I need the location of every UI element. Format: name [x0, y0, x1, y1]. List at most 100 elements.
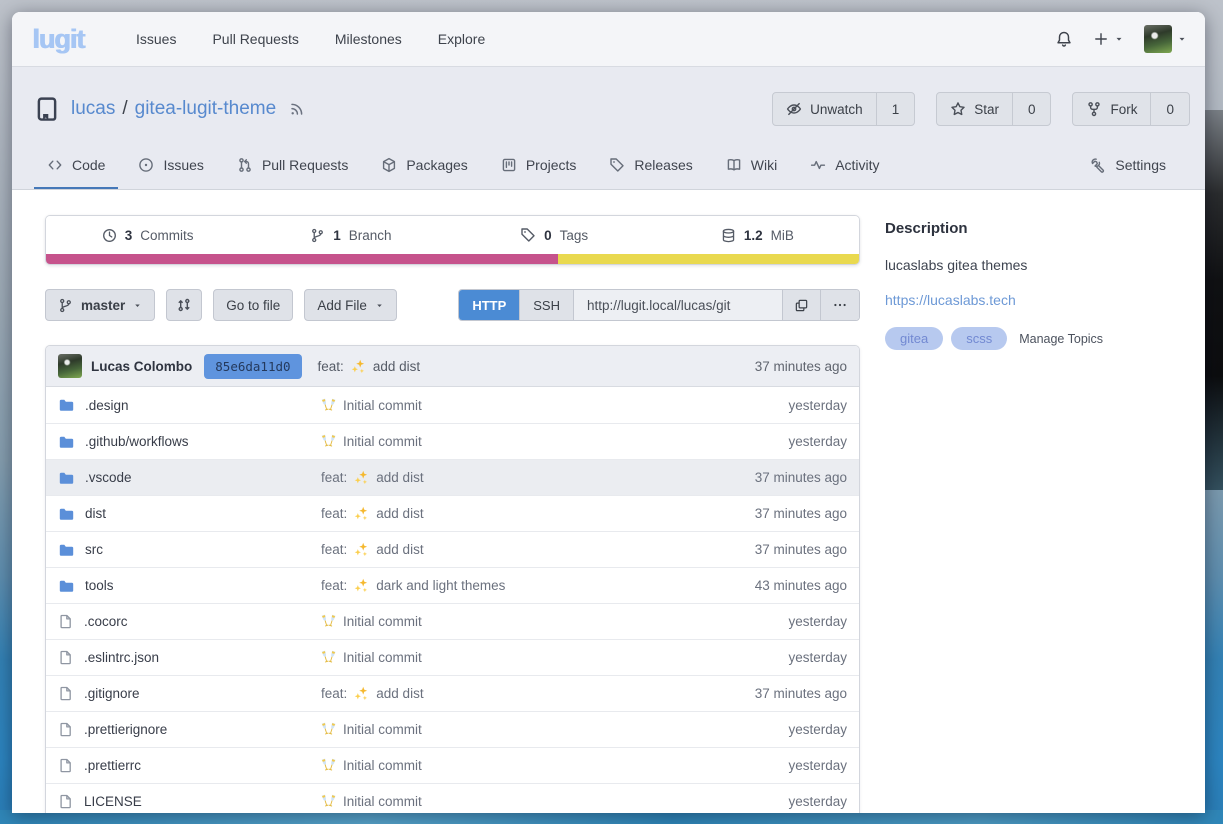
- clone-ssh-button[interactable]: SSH: [519, 290, 573, 320]
- notifications-button[interactable]: [1055, 30, 1073, 48]
- create-new-button[interactable]: [1093, 31, 1124, 47]
- unwatch-count[interactable]: 1: [876, 93, 915, 125]
- fork-count[interactable]: 0: [1150, 93, 1189, 125]
- go-to-file-button[interactable]: Go to file: [213, 289, 293, 321]
- commit-message-link[interactable]: add dist: [376, 542, 423, 557]
- file-name-link[interactable]: .cocorc: [84, 614, 128, 629]
- file-row[interactable]: .prettierignore Initial commit yesterday: [46, 711, 859, 747]
- manage-topics-link[interactable]: Manage Topics: [1019, 332, 1103, 346]
- clone-http-button[interactable]: HTTP: [459, 290, 519, 320]
- tab-packages[interactable]: Packages: [368, 142, 480, 189]
- tab-activity[interactable]: Activity: [797, 142, 892, 189]
- topic-pill-gitea[interactable]: gitea: [885, 327, 943, 350]
- glasses-emoji: [321, 614, 336, 629]
- file-row[interactable]: distfeat:add dist37 minutes ago: [46, 495, 859, 531]
- star-label: Star: [974, 102, 999, 117]
- code-icon: [47, 157, 63, 173]
- file-row[interactable]: srcfeat:add dist37 minutes ago: [46, 531, 859, 567]
- file-name-link[interactable]: dist: [85, 506, 106, 521]
- tab-releases[interactable]: Releases: [596, 142, 705, 189]
- file-name-link[interactable]: .gitignore: [84, 686, 140, 701]
- file-name-link[interactable]: .design: [85, 398, 129, 413]
- topic-pill-scss[interactable]: scss: [951, 327, 1007, 350]
- tab-pull-requests[interactable]: Pull Requests: [224, 142, 361, 189]
- file-name-link[interactable]: .eslintrc.json: [84, 650, 159, 665]
- repo-name-link[interactable]: gitea-lugit-theme: [135, 98, 277, 120]
- tag-icon: [609, 157, 625, 173]
- commit-message-link[interactable]: Initial commit: [343, 794, 422, 809]
- commit-message-link[interactable]: dark and light themes: [376, 578, 505, 593]
- commit-message-link[interactable]: add dist: [376, 506, 423, 521]
- unwatch-button-group: Unwatch1: [772, 92, 915, 126]
- commit-message-prefix: feat:: [321, 686, 347, 701]
- file-row[interactable]: toolsfeat:dark and light themes43 minute…: [46, 567, 859, 603]
- glasses-emoji: [321, 434, 336, 449]
- file-name-link[interactable]: .prettierrc: [84, 758, 141, 773]
- commit-message-link[interactable]: feat: add dist: [318, 359, 421, 374]
- language-bar[interactable]: [46, 254, 859, 264]
- commit-author-name[interactable]: Lucas Colombo: [91, 359, 192, 374]
- fork-button[interactable]: Fork: [1073, 93, 1150, 125]
- nav-item-milestones[interactable]: Milestones: [317, 31, 420, 47]
- nav-item-pull-requests[interactable]: Pull Requests: [194, 31, 316, 47]
- file-name-link[interactable]: .github/workflows: [85, 434, 189, 449]
- star-button[interactable]: Star: [937, 93, 1012, 125]
- caret-down-icon: [133, 301, 142, 310]
- tab-projects[interactable]: Projects: [488, 142, 590, 189]
- tab-issues[interactable]: Issues: [125, 142, 216, 189]
- file-row[interactable]: .vscodefeat:add dist37 minutes ago: [46, 459, 859, 495]
- copy-url-button[interactable]: [782, 290, 820, 320]
- branch-selector[interactable]: master: [45, 289, 155, 321]
- commit-message-link[interactable]: Initial commit: [343, 398, 422, 413]
- lugit-logo[interactable]: lugit: [32, 24, 84, 55]
- commit-message-text: add dist: [373, 359, 420, 374]
- commit-message-link[interactable]: add dist: [376, 686, 423, 701]
- file-row[interactable]: .prettierrcInitial commityesterday: [46, 747, 859, 783]
- file-commit-date: yesterday: [707, 722, 847, 737]
- file-row[interactable]: .designInitial commityesterday: [46, 387, 859, 423]
- stat-commits[interactable]: 3Commits: [46, 228, 249, 243]
- stat-branch[interactable]: 1Branch: [249, 228, 452, 243]
- tab-wiki[interactable]: Wiki: [713, 142, 790, 189]
- commit-message-link[interactable]: Initial commit: [343, 722, 422, 737]
- rss-icon[interactable]: [289, 101, 305, 117]
- star-count[interactable]: 0: [1012, 93, 1051, 125]
- file-row[interactable]: .eslintrc.jsonInitial commityesterday: [46, 639, 859, 675]
- star-icon: [950, 101, 966, 117]
- commit-message-link[interactable]: add dist: [376, 470, 423, 485]
- commit-message-link[interactable]: Initial commit: [343, 434, 422, 449]
- file-row[interactable]: LICENSEInitial commityesterday: [46, 783, 859, 813]
- file-name-link[interactable]: .prettierignore: [84, 722, 167, 737]
- clone-more-button[interactable]: [820, 290, 859, 320]
- nav-item-issues[interactable]: Issues: [118, 31, 194, 47]
- website-link[interactable]: https://lucaslabs.tech: [885, 292, 1016, 308]
- unwatch-button[interactable]: Unwatch: [773, 93, 876, 125]
- sparkles-emoji: [354, 506, 369, 521]
- file-row[interactable]: .github/workflowsInitial commityesterday: [46, 423, 859, 459]
- file-name-link[interactable]: tools: [85, 578, 114, 593]
- add-file-label: Add File: [317, 298, 367, 313]
- file-name-link[interactable]: LICENSE: [84, 794, 142, 809]
- compare-button[interactable]: [166, 289, 202, 321]
- file-row[interactable]: .cocorcInitial commityesterday: [46, 603, 859, 639]
- stat-mib[interactable]: 1.2MiB: [656, 228, 859, 243]
- add-file-button[interactable]: Add File: [304, 289, 397, 321]
- commit-hash-badge[interactable]: 85e6da11d0: [204, 354, 301, 379]
- file-name-link[interactable]: .vscode: [85, 470, 132, 485]
- tab-settings[interactable]: Settings: [1077, 142, 1179, 189]
- tag-icon: [520, 227, 536, 243]
- repo-owner-link[interactable]: lucas: [71, 98, 115, 120]
- commit-message-link[interactable]: Initial commit: [343, 650, 422, 665]
- commit-message-link[interactable]: Initial commit: [343, 614, 422, 629]
- commit-author-avatar[interactable]: [58, 354, 82, 378]
- file-icon: [58, 758, 73, 773]
- file-row[interactable]: .gitignorefeat:add dist37 minutes ago: [46, 675, 859, 711]
- branch-name: master: [81, 298, 125, 313]
- nav-item-explore[interactable]: Explore: [420, 31, 503, 47]
- tab-code[interactable]: Code: [34, 142, 118, 189]
- user-menu-button[interactable]: [1144, 25, 1187, 53]
- commit-message-link[interactable]: Initial commit: [343, 758, 422, 773]
- stat-tags[interactable]: 0Tags: [453, 227, 656, 243]
- file-name-link[interactable]: src: [85, 542, 103, 557]
- clone-url-input[interactable]: http://lugit.local/lucas/git: [573, 290, 782, 320]
